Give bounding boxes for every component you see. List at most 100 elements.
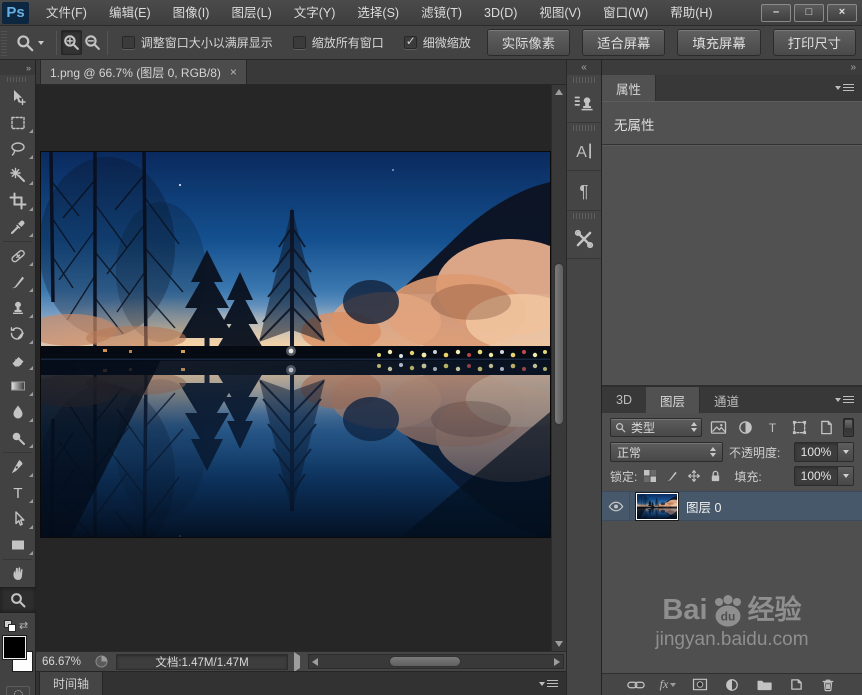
zoom-in-button[interactable] [60,30,82,55]
layer-thumbnail[interactable] [635,491,679,521]
layer-styles-icon[interactable]: fx [658,676,678,694]
horizontal-scroll-thumb[interactable] [389,656,462,667]
blur-tool[interactable] [0,399,36,425]
zoom-out-button[interactable] [82,30,103,55]
checkbox-box[interactable] [403,34,417,49]
timeline-panel-menu[interactable] [539,672,558,695]
actual-pixels-button[interactable]: 实际像素 [486,29,571,56]
vertical-scroll-thumb[interactable] [554,263,564,425]
current-tool-preview[interactable] [7,33,52,53]
opacity-dropdown-arrow[interactable] [837,443,853,461]
checkbox-resize-windows[interactable]: 调整窗口大小以满屏显示 [121,34,273,51]
new-group-icon[interactable] [754,676,774,694]
gradient-tool[interactable] [0,373,36,399]
filter-type-dropdown[interactable]: 类型 [610,417,702,437]
layer-name[interactable]: 图层 0 [686,497,721,516]
tab-timeline[interactable]: 时间轴 [39,672,104,695]
lasso-tool[interactable] [0,136,36,162]
filter-adjustment-layers-icon[interactable] [735,418,756,437]
spot-healing-brush-tool[interactable] [0,243,36,269]
checkbox-box[interactable] [121,36,135,49]
checkbox-scrubby-zoom[interactable]: 细微缩放 [403,34,471,51]
hand-tool[interactable] [0,561,36,587]
pen-tool[interactable] [0,454,36,480]
menu-filter[interactable]: 滤镜(T) [410,0,473,26]
strip-collapse-button[interactable]: « [567,60,601,75]
scroll-down-arrow[interactable] [552,637,566,651]
move-tool[interactable] [0,84,36,110]
canvas-image[interactable] [36,151,566,538]
link-layers-icon[interactable] [626,676,646,694]
properties-menu-icon[interactable] [835,84,854,91]
eyedropper-tool[interactable] [0,214,36,240]
lock-position-icon[interactable] [687,469,701,483]
fill-dropdown-arrow[interactable] [837,467,853,485]
new-adjustment-layer-icon[interactable] [722,676,742,694]
canvas-pasteboard[interactable] [36,85,566,651]
menu-file[interactable]: 文件(F) [35,0,98,26]
filter-smart-objects-icon[interactable] [816,418,837,437]
tab-3d[interactable]: 3D [602,387,646,413]
quick-mask-button[interactable] [6,686,30,695]
rectangle-tool[interactable] [0,532,36,558]
vertical-scrollbar[interactable] [551,85,566,651]
dock-expand-button[interactable]: » [602,60,862,75]
print-size-button[interactable]: 打印尺寸 [772,29,856,56]
tools-grip[interactable] [7,77,28,82]
fill-field[interactable]: 100% [794,466,854,486]
new-layer-icon[interactable] [786,676,806,694]
blend-mode-dropdown[interactable]: 正常 [610,442,723,462]
magic-wand-tool[interactable] [0,162,36,188]
filter-type-layers-icon[interactable]: T [762,418,783,437]
status-popup-arrow[interactable] [294,651,301,672]
layers-menu-icon[interactable] [835,396,854,403]
tools-collapse-button[interactable]: » [0,60,35,75]
filter-pixel-layers-icon[interactable] [708,418,729,437]
panel-icon-clone-source[interactable] [567,83,601,123]
swap-colors-icon[interactable]: ⇄ [19,619,28,632]
menu-3d[interactable]: 3D(D) [473,0,528,26]
menu-image[interactable]: 图像(I) [162,0,221,26]
lock-transparency-icon[interactable] [643,469,657,483]
document-tab[interactable]: 1.png @ 66.7% (图层 0, RGB/8) × [40,60,247,84]
scroll-up-arrow[interactable] [552,85,566,99]
foreground-color-swatch[interactable] [3,636,26,659]
path-selection-tool[interactable] [0,506,36,532]
brush-tool[interactable] [0,269,36,295]
menu-help[interactable]: 帮助(H) [659,0,723,26]
document-close-icon[interactable]: × [230,66,237,78]
document-info-field[interactable]: 文档:1.47M/1.47M [116,653,289,670]
rectangular-marquee-tool[interactable] [0,110,36,136]
zoom-level-field[interactable]: 66.67% [36,656,87,668]
horizontal-scrollbar[interactable] [308,654,564,669]
layer-row-selected[interactable]: 图层 0 [602,491,862,521]
crop-tool[interactable] [0,188,36,214]
fill-screen-button[interactable]: 填充屏幕 [677,29,761,56]
panel-icon-paragraph[interactable]: ¶ [567,171,601,211]
checkbox-box[interactable] [292,36,306,49]
menu-select[interactable]: 选择(S) [346,0,410,26]
menu-layer[interactable]: 图层(L) [220,0,282,26]
minimize-button[interactable]: – [761,3,791,22]
panel-icon-character[interactable]: A [567,131,601,171]
maximize-button[interactable]: □ [794,3,824,22]
panel-icon-tool-presets[interactable] [567,219,601,259]
dodge-tool[interactable] [0,425,36,451]
menu-type[interactable]: 文字(Y) [283,0,347,26]
clone-stamp-tool[interactable] [0,295,36,321]
tab-properties[interactable]: 属性 [602,75,657,101]
history-brush-tool[interactable] [0,321,36,347]
type-tool[interactable]: T [0,480,36,506]
opacity-field[interactable]: 100% [794,442,854,462]
scroll-left-arrow[interactable] [309,657,321,666]
menu-view[interactable]: 视图(V) [528,0,592,26]
layer-visibility-toggle[interactable] [602,492,630,520]
tab-channels[interactable]: 通道 [700,387,753,413]
eraser-tool[interactable] [0,347,36,373]
filter-shape-layers-icon[interactable] [789,418,810,437]
tab-layers[interactable]: 图层 [645,387,700,413]
menu-window[interactable]: 窗口(W) [592,0,659,26]
scroll-right-arrow[interactable] [551,657,563,666]
lock-pixels-icon[interactable] [665,469,679,483]
add-layer-mask-icon[interactable] [690,676,710,694]
